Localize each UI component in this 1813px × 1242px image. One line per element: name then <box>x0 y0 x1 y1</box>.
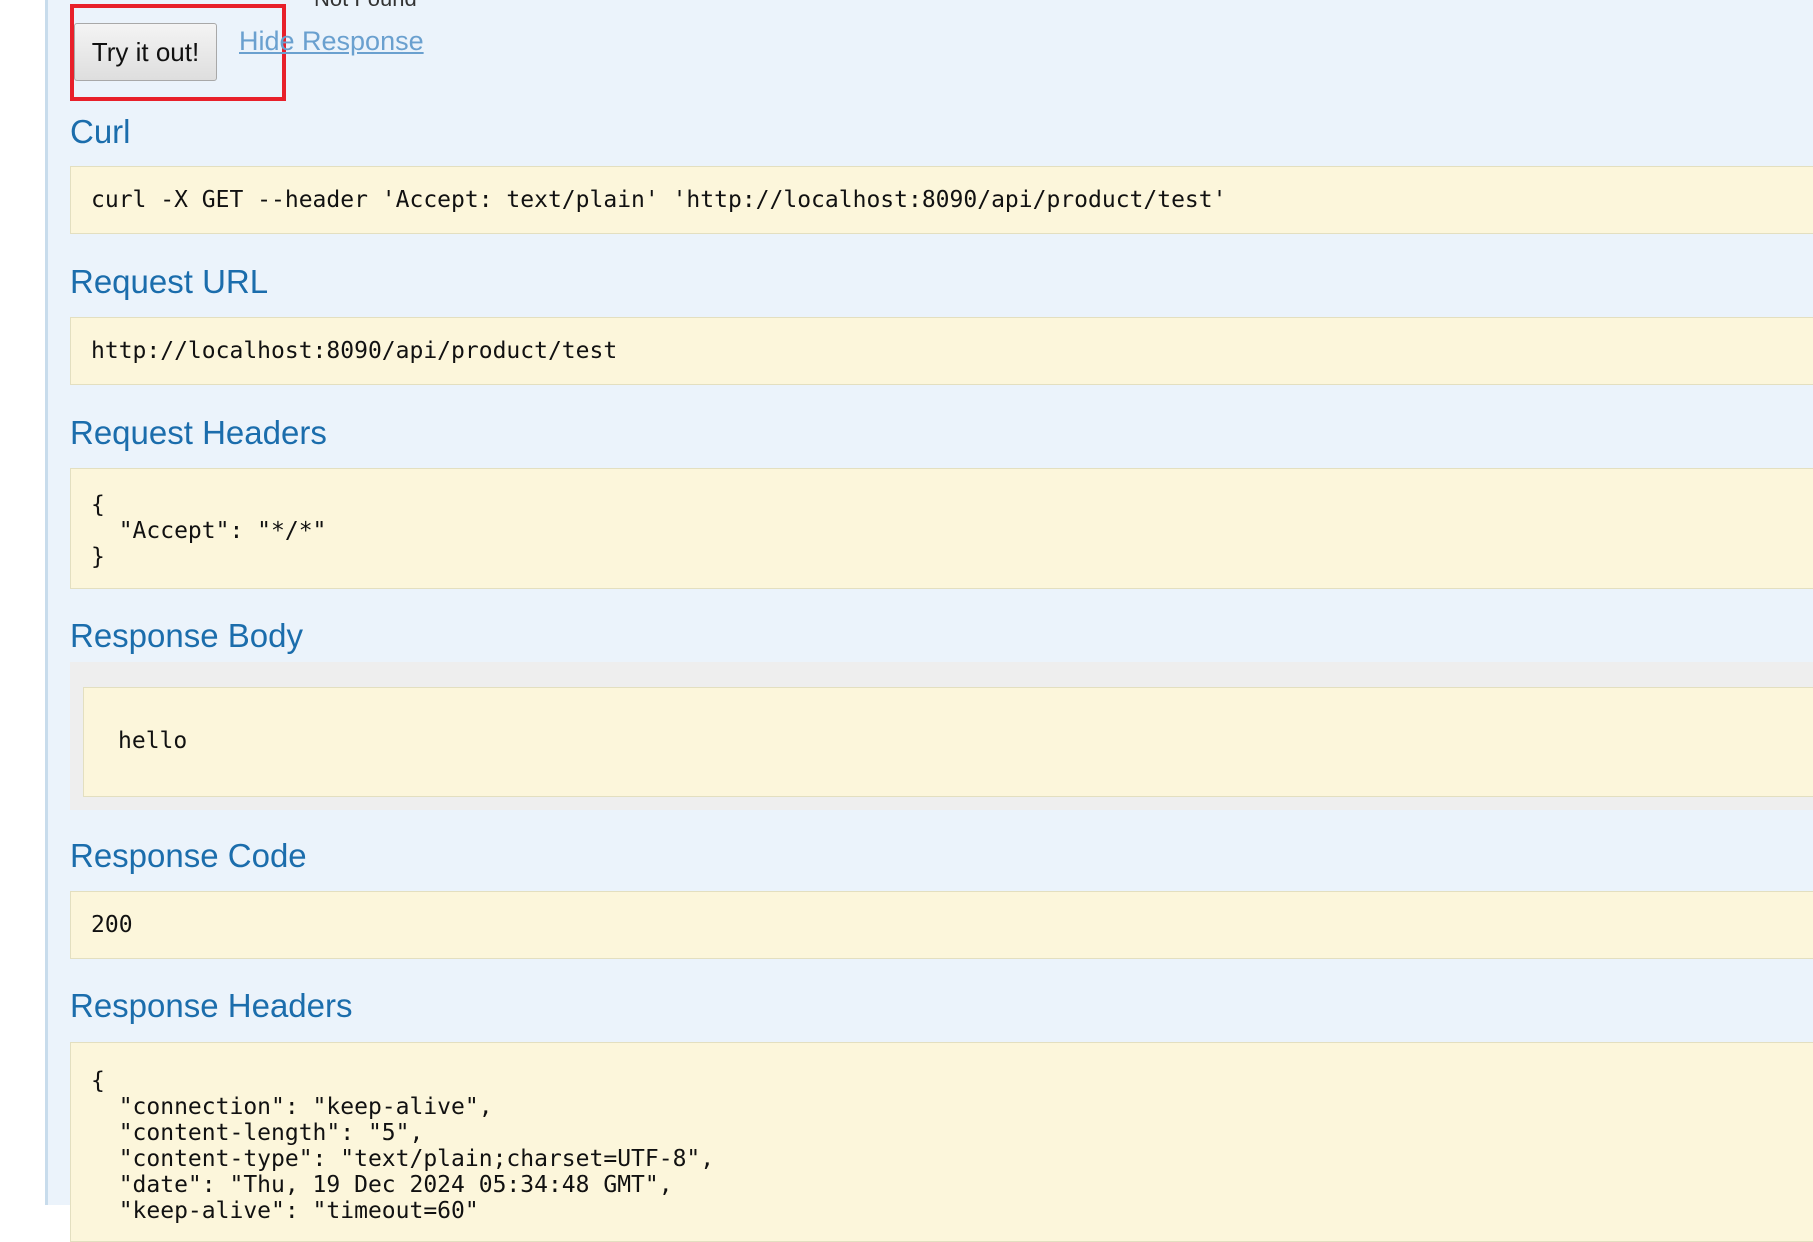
request-headers-value: { "Accept": "*/*" } <box>70 468 1813 589</box>
request-url-value: http://localhost:8090/api/product/test <box>70 317 1813 385</box>
response-body-value: hello <box>83 687 1813 797</box>
request-url-title: Request URL <box>70 263 269 300</box>
try-it-out-button[interactable]: Try it out! <box>74 23 217 81</box>
hide-response-link[interactable]: Hide Response <box>239 26 424 57</box>
response-headers-title: Response Headers <box>70 987 353 1024</box>
response-body-container: hello <box>70 662 1813 810</box>
response-status-message: Not Found <box>314 0 417 12</box>
response-body-title: Response Body <box>70 617 303 654</box>
response-code-title: Response Code <box>70 837 307 874</box>
response-code-value: 200 <box>70 891 1813 959</box>
request-headers-title: Request Headers <box>70 414 327 451</box>
curl-command: curl -X GET --header 'Accept: text/plain… <box>70 166 1813 234</box>
response-headers-value: { "connection": "keep-alive", "content-l… <box>70 1042 1813 1242</box>
curl-title: Curl <box>70 113 131 150</box>
